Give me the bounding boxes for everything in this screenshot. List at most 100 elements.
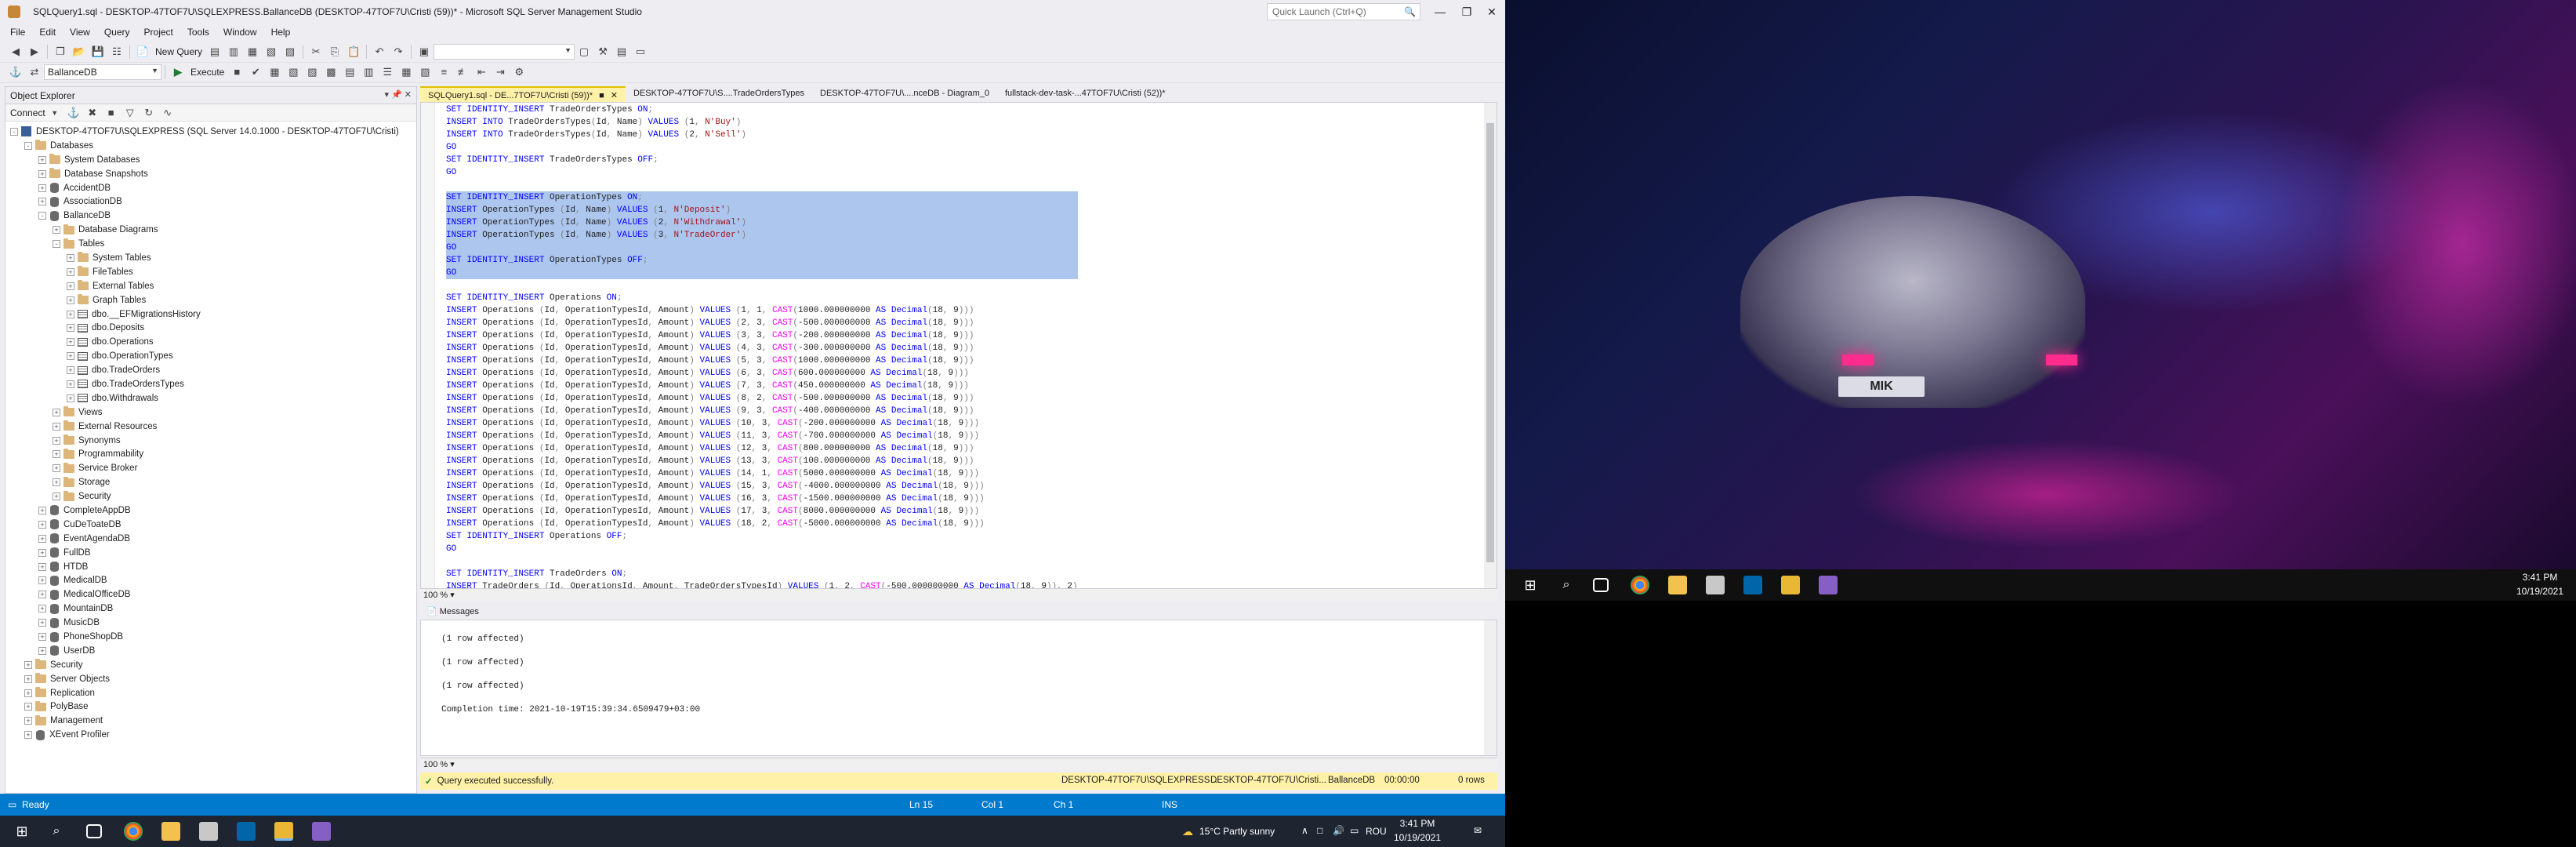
menu-window[interactable]: Window — [216, 27, 264, 38]
expand-icon[interactable]: + — [38, 548, 46, 557]
code-line[interactable]: SET IDENTITY_INSERT OperationTypes ON; — [446, 191, 1078, 204]
menu-file[interactable]: File — [3, 27, 32, 38]
store-icon[interactable] — [199, 822, 218, 841]
code-line[interactable]: SET IDENTITY_INSERT OperationTypes OFF; — [446, 254, 1078, 267]
change-connection-icon[interactable]: ⇄ — [27, 65, 42, 79]
xmla-query-icon[interactable]: ▨ — [283, 45, 297, 59]
expand-icon[interactable]: + — [67, 310, 74, 318]
document-tab[interactable]: fullstack-dev-task-...47TOF7U\Cristi (52… — [997, 86, 1174, 102]
code-line[interactable]: INSERT Operations (Id, OperationTypesId,… — [446, 442, 1078, 455]
code-line[interactable]: INSERT Operations (Id, OperationTypesId,… — [446, 354, 1078, 367]
code-line[interactable]: SET IDENTITY_INSERT TradeOrdersTypes ON; — [446, 104, 1078, 116]
expand-icon[interactable]: + — [67, 324, 74, 333]
code-line[interactable]: INSERT Operations (Id, OperationTypesId,… — [446, 329, 1078, 342]
estimated-plan-icon[interactable]: ▦ — [267, 65, 281, 79]
connect-dropdown-icon[interactable]: ▼ — [48, 106, 62, 120]
code-line[interactable] — [446, 555, 1078, 568]
collapse-icon[interactable]: - — [10, 127, 18, 136]
tree-node[interactable]: + PolyBase — [5, 700, 416, 714]
tree-node[interactable]: + AccidentDB — [5, 181, 416, 195]
expand-icon[interactable]: + — [38, 506, 46, 514]
tree-node[interactable]: + XEvent Profiler — [5, 728, 416, 742]
code-line[interactable] — [446, 279, 1078, 292]
expand-icon[interactable]: + — [67, 282, 74, 290]
properties-icon[interactable]: ⚒ — [596, 45, 610, 59]
menu-tools[interactable]: Tools — [180, 27, 216, 38]
quick-launch-input[interactable]: Quick Launch (Ctrl+Q) 🔍 — [1267, 3, 1420, 20]
window-layout-icon[interactable]: ▭ — [633, 45, 648, 59]
parse-icon[interactable]: ✔ — [249, 65, 263, 79]
tree-node[interactable]: + AssociationDB — [5, 194, 416, 209]
expand-icon[interactable]: + — [67, 338, 74, 347]
expand-icon[interactable]: + — [38, 155, 46, 164]
analysis-query-icon[interactable]: ▥ — [227, 45, 241, 59]
tree-node[interactable]: - DESKTOP-47TOF7U\SQLEXPRESS (SQL Server … — [5, 125, 416, 139]
expand-icon[interactable]: + — [24, 731, 32, 740]
search-icon[interactable]: ⌕ — [1557, 576, 1576, 594]
wifi-icon[interactable]: □ — [1317, 825, 1322, 836]
mdx-query-icon[interactable]: ▦ — [245, 45, 259, 59]
filter-icon[interactable]: ▽ — [123, 106, 137, 120]
code-line[interactable]: INSERT Operations (Id, OperationTypesId,… — [446, 392, 1078, 405]
tree-node[interactable]: + MedicalOfficeDB — [5, 587, 416, 602]
expand-icon[interactable]: + — [67, 296, 74, 304]
chrome-icon[interactable] — [124, 822, 143, 841]
code-line[interactable]: INSERT OperationTypes (Id, Name) VALUES … — [446, 216, 1078, 229]
editor-zoom-value[interactable]: 100 % — [423, 591, 448, 600]
activity-monitor-icon[interactable]: ∿ — [161, 106, 175, 120]
messages-scrollbar[interactable] — [1484, 620, 1497, 755]
execute-button[interactable]: Execute — [190, 67, 224, 78]
visual-studio-icon[interactable] — [1819, 576, 1838, 594]
tree-node[interactable]: + External Tables — [5, 279, 416, 293]
expand-icon[interactable]: + — [53, 422, 60, 431]
tree-node[interactable]: + Synonyms — [5, 434, 416, 448]
code-line[interactable]: INSERT Operations (Id, OperationTypesId,… — [446, 455, 1078, 467]
search-icon[interactable]: ⌕ — [47, 822, 66, 841]
code-line[interactable]: SET IDENTITY_INSERT Operations ON; — [446, 292, 1078, 304]
windows-start-icon[interactable]: ⊞ — [1521, 576, 1540, 594]
new-query-button[interactable]: New Query — [155, 46, 202, 57]
visual-studio-icon[interactable] — [312, 822, 331, 841]
tree-node[interactable]: + UserDB — [5, 644, 416, 658]
maximize-button[interactable]: ❐ — [1453, 0, 1480, 24]
refresh-icon[interactable]: ↻ — [142, 106, 156, 120]
expand-icon[interactable]: + — [38, 520, 46, 529]
solution-config-dropdown[interactable]: ▼ — [434, 43, 575, 60]
battery-icon[interactable]: ▭ — [1350, 825, 1359, 836]
document-tab[interactable]: SQLQuery1.sql - DE...7TOF7U\Cristi (59))… — [420, 86, 626, 102]
expand-icon[interactable]: + — [67, 267, 74, 276]
results-grid-icon[interactable]: ▦ — [399, 65, 413, 79]
tree-node[interactable]: + Security — [5, 658, 416, 672]
collapse-icon[interactable]: - — [24, 141, 32, 150]
tree-node[interactable]: - Tables — [5, 237, 416, 251]
expand-icon[interactable]: + — [38, 534, 46, 543]
tree-node[interactable]: + CompleteAppDB — [5, 503, 416, 518]
stop-icon[interactable]: ■ — [104, 106, 118, 120]
volume-icon[interactable]: 🔊 — [1333, 825, 1344, 836]
code-line[interactable] — [446, 179, 1078, 191]
intellisense-icon[interactable]: ▨ — [305, 65, 319, 79]
expand-icon[interactable]: + — [67, 253, 74, 262]
file-explorer-icon[interactable] — [161, 822, 180, 841]
expand-icon[interactable]: + — [53, 408, 60, 416]
expand-icon[interactable]: + — [38, 633, 46, 641]
tree-node[interactable]: + Security — [5, 489, 416, 503]
clock-time[interactable]: 3:41 PM — [2516, 572, 2563, 583]
clock-time[interactable]: 3:41 PM — [1394, 818, 1441, 829]
expand-icon[interactable]: + — [38, 619, 46, 627]
expand-icon[interactable]: + — [38, 646, 46, 655]
notifications-icon[interactable]: ✉ — [1474, 825, 1482, 836]
menu-project[interactable]: Project — [137, 27, 180, 38]
specify-values-icon[interactable]: ⚙ — [512, 65, 526, 79]
code-line[interactable]: INSERT Operations (Id, OperationTypesId,… — [446, 380, 1078, 392]
new-project-icon[interactable]: ❐ — [53, 45, 67, 59]
editor-vertical-scrollbar[interactable] — [1484, 103, 1497, 592]
query-designer-icon[interactable]: ▧ — [286, 65, 300, 79]
expand-icon[interactable]: + — [24, 703, 32, 711]
tree-node[interactable]: + Views — [5, 405, 416, 420]
tree-node[interactable]: + System Tables — [5, 251, 416, 265]
expand-icon[interactable]: + — [53, 450, 60, 459]
store-icon[interactable] — [1706, 576, 1725, 594]
forward-icon[interactable]: ▶ — [27, 45, 42, 59]
code-line[interactable]: INSERT Operations (Id, OperationTypesId,… — [446, 467, 1078, 480]
